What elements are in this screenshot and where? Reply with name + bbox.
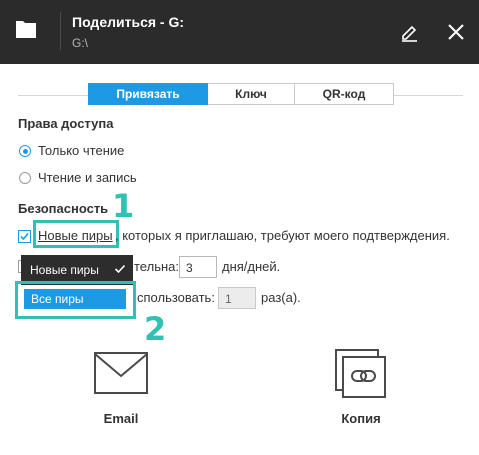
expiry-text: тельна: [134,259,179,274]
radio-read-write-label[interactable]: Чтение и запись [38,170,137,185]
uses-text: спользовать: [137,290,215,305]
radio-read-write[interactable] [19,172,31,184]
envelope-icon[interactable] [93,351,149,395]
copy-link-icon[interactable] [334,348,388,400]
folder-icon [16,21,36,38]
checkmark-icon [20,232,29,241]
dialog-subtitle: G:\ [72,36,89,50]
pencil-icon[interactable] [399,21,421,43]
dropdown-option-new-peers-label[interactable]: Новые пиры [30,263,99,277]
check-icon [114,264,126,274]
annotation-badge-2: 2 [144,310,167,348]
security-heading: Безопасность [18,201,109,216]
expiry-unit: дня/дней. [222,259,281,274]
peer-scope-dropdown[interactable]: Новые пиры [38,228,113,243]
annotation-badge-1: 1 [112,187,135,225]
dialog-title: Поделиться - G: [72,14,185,30]
tab-bind[interactable]: Привязать [88,83,208,105]
header-divider [60,12,61,50]
tab-divider-left [18,95,88,96]
tab-key[interactable]: Ключ [208,83,295,105]
tab-divider-right [391,95,463,96]
uses-unit: раз(а). [261,290,301,305]
close-icon[interactable] [445,21,467,43]
approval-text: , которых я приглашаю, требуют моего под… [115,228,450,243]
tab-bar: Привязать Ключ QR-код [88,83,394,105]
email-label[interactable]: Email [81,411,161,426]
approval-checkbox[interactable] [18,230,31,243]
tab-qr-code[interactable]: QR-код [295,83,394,105]
dropdown-option-all-peers-label[interactable]: Все пиры [31,292,84,306]
radio-read-only-label[interactable]: Только чтение [38,143,124,158]
expiry-days-input[interactable]: 3 [179,256,217,278]
radio-read-only[interactable] [19,145,31,157]
uses-count-input[interactable]: 1 [218,287,256,309]
copy-label[interactable]: Копия [321,411,401,426]
access-heading: Права доступа [18,116,114,131]
